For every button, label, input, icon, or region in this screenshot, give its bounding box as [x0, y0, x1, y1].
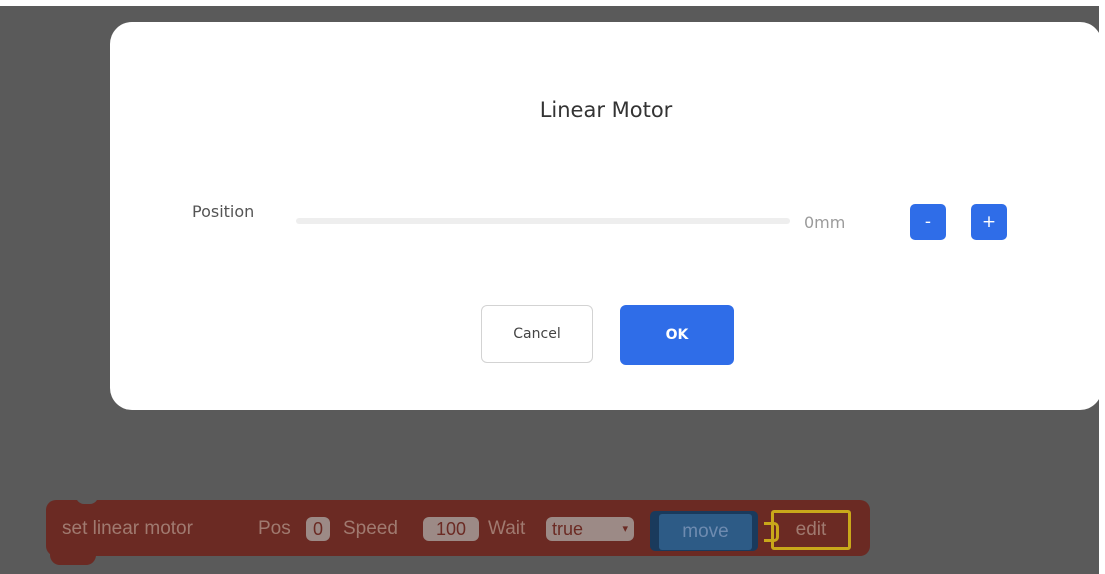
- dialog-title: Linear Motor: [539, 98, 673, 122]
- block-wait-label: Wait: [488, 518, 526, 539]
- block-wait-dropdown[interactable]: true ▾: [546, 517, 634, 541]
- edit-block[interactable]: edit: [771, 510, 851, 550]
- move-block[interactable]: move: [659, 514, 752, 550]
- decrease-button[interactable]: -: [910, 204, 946, 240]
- increase-button[interactable]: +: [971, 204, 1007, 240]
- block-top-notch: [76, 492, 98, 504]
- block-bottom-tab: [50, 553, 96, 565]
- block-pos-field[interactable]: 0: [306, 517, 330, 541]
- top-edge: [0, 0, 1105, 6]
- ok-button[interactable]: OK: [620, 305, 734, 365]
- block-wait-value: true: [552, 519, 584, 539]
- block-pos-label: Pos: [258, 518, 291, 539]
- position-slider[interactable]: [296, 218, 790, 224]
- linear-motor-dialog: Linear Motor Position 0mm - + Cancel OK: [110, 22, 1102, 410]
- block-speed-label: Speed: [343, 518, 398, 539]
- position-label: Position: [192, 202, 255, 221]
- cancel-button[interactable]: Cancel: [481, 305, 593, 363]
- chevron-down-icon: ▾: [622, 523, 628, 535]
- block-label: set linear motor: [62, 518, 193, 539]
- position-value: 0mm: [804, 213, 846, 232]
- block-speed-field[interactable]: 100: [423, 517, 479, 541]
